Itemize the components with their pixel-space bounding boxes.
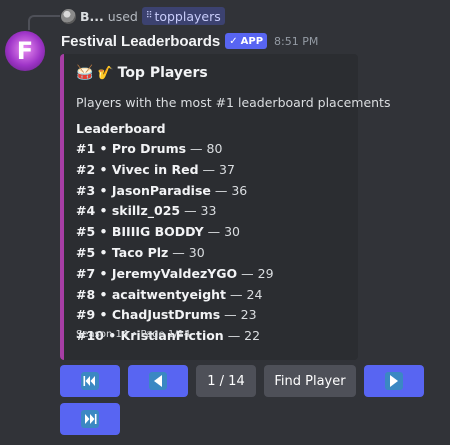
leaderboard-row: #5 • BIIIIG BODDY — 30 xyxy=(76,222,274,243)
first-page-icon xyxy=(81,372,99,390)
row-entry: #1 • Pro Drums xyxy=(76,141,187,156)
find-player-label: Find Player xyxy=(274,373,346,389)
row-count: — 30 xyxy=(203,224,241,240)
bot-username[interactable]: Festival Leaderboards xyxy=(61,33,220,50)
previous-page-icon xyxy=(149,372,167,390)
last-page-button[interactable] xyxy=(60,403,120,435)
row-count: — 36 xyxy=(210,182,248,198)
reply-reference[interactable]: B... used ⠿ topplayers xyxy=(61,7,225,25)
page-indicator-label: 1 / 14 xyxy=(207,373,245,389)
bot-avatar[interactable]: F xyxy=(5,31,45,71)
row-entry: #5 • Taco Plz xyxy=(76,244,169,260)
embed-title-row: 🥁 🎷 Top Players xyxy=(76,65,208,81)
row-count: — 30 xyxy=(168,244,205,260)
embed-description: Players with the most #1 leaderboard pla… xyxy=(76,95,391,110)
page-indicator-button[interactable]: 1 / 14 xyxy=(196,365,256,397)
reply-username[interactable]: B... xyxy=(80,9,104,24)
leaderboard-row: #3 • JasonParadise — 36 xyxy=(76,181,274,202)
embed-footer: Season 14 • Page 1/14 xyxy=(76,329,191,340)
row-count: — 29 xyxy=(237,265,274,281)
row-count: — 22 xyxy=(223,328,261,344)
row-entry: #5 • BIIIIG BODDY xyxy=(76,224,204,240)
row-count: — 24 xyxy=(226,286,263,302)
row-count: — 37 xyxy=(198,161,235,177)
drum-icon: 🥁 xyxy=(76,65,94,81)
leaderboard-row: #8 • acaitwentyeight — 24 xyxy=(76,285,274,306)
row-entry: #9 • ChadJustDrums xyxy=(76,307,221,323)
leaderboard-row: #7 • JeremyValdezYGO — 29 xyxy=(76,264,274,285)
slash-command-chip[interactable]: ⠿ topplayers xyxy=(141,7,225,25)
leaderboard-list: #1 • Pro Drums — 80 #2 • Vivec in Red — … xyxy=(76,139,274,347)
saxophone-icon: 🎷 xyxy=(97,65,114,81)
row-entry: #8 • acaitwentyeight xyxy=(76,286,227,302)
command-name: topplayers xyxy=(154,8,221,24)
reply-connector xyxy=(28,15,60,30)
message-timestamp[interactable]: 8:51 PM xyxy=(274,35,318,48)
last-page-icon xyxy=(81,410,99,428)
leaderboard-row: #5 • Taco Plz — 30 xyxy=(76,243,274,264)
leaderboard-row: #4 • skillz_025 — 33 xyxy=(76,201,274,222)
embed-title: Top Players xyxy=(117,65,208,81)
row-entry: #7 • JeremyValdezYGO xyxy=(76,265,238,281)
row-count: — 80 xyxy=(186,141,223,156)
command-icon: ⠿ xyxy=(145,11,153,21)
avatar-letter: F xyxy=(16,37,34,65)
reply-used-text: used xyxy=(107,8,138,24)
leaderboard-embed: 🥁 🎷 Top Players Players with the most #1… xyxy=(60,54,390,360)
app-badge-label: APP xyxy=(240,35,264,47)
row-count: — 33 xyxy=(180,203,217,219)
previous-page-button[interactable] xyxy=(128,365,188,397)
leaderboard-row: #1 • Pro Drums — 80 xyxy=(76,139,274,160)
reply-user-avatar[interactable] xyxy=(61,8,76,24)
field-name: Leaderboard xyxy=(76,121,166,136)
first-page-button[interactable] xyxy=(60,365,120,397)
find-player-button[interactable]: Find Player xyxy=(264,365,356,397)
row-entry: #3 • JasonParadise xyxy=(76,182,211,198)
next-page-button[interactable] xyxy=(364,365,424,397)
next-page-icon xyxy=(385,372,403,390)
verified-check-icon: ✓ xyxy=(229,35,238,47)
row-entry: #2 • Vivec in Red xyxy=(76,161,199,177)
app-badge: ✓ APP xyxy=(225,33,268,49)
leaderboard-row: #9 • ChadJustDrums — 23 xyxy=(76,305,274,326)
row-entry: #4 • skillz_025 xyxy=(76,203,181,219)
row-count: — 23 xyxy=(220,307,257,323)
message-header: Festival Leaderboards ✓ APP 8:51 PM xyxy=(61,31,318,51)
leaderboard-row: #2 • Vivec in Red — 37 xyxy=(76,160,274,181)
